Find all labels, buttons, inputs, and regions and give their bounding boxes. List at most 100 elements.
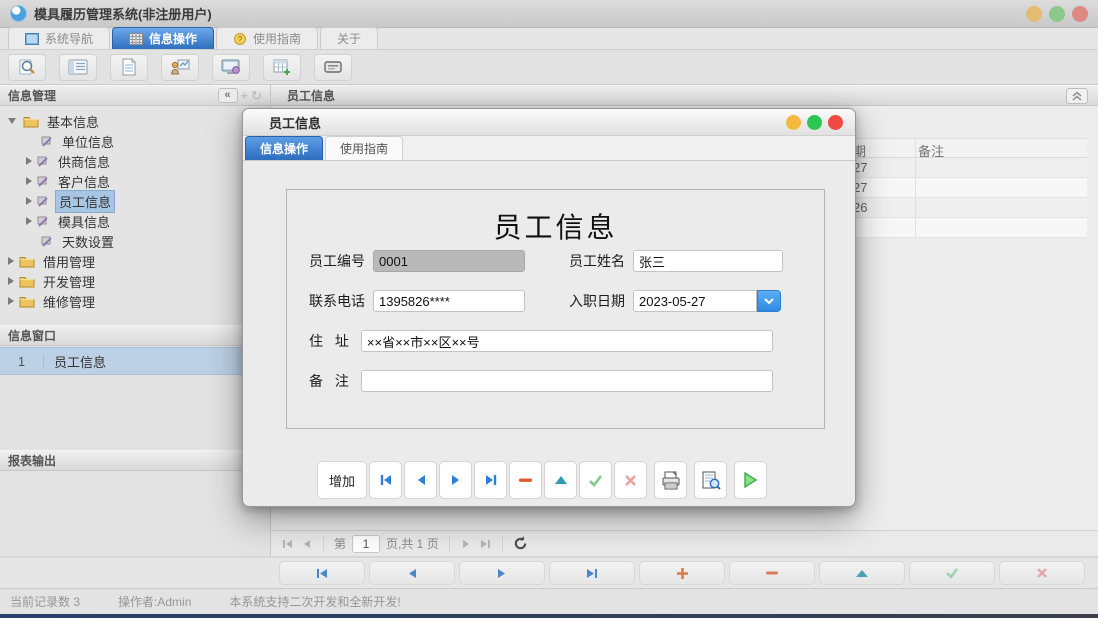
tree-label: 开发管理 — [43, 274, 96, 290]
last-page-icon[interactable] — [478, 538, 492, 550]
tab-label: 使用指南 — [253, 32, 302, 46]
dialog-tab-info-operation[interactable]: 信息操作 — [245, 136, 324, 160]
last-record-button[interactable] — [474, 461, 507, 499]
edit-record-button[interactable] — [819, 561, 905, 585]
address-field[interactable] — [360, 330, 773, 352]
caret-right-icon[interactable] — [26, 157, 32, 165]
tree-label: 借用管理 — [43, 254, 96, 270]
table-add-icon[interactable] — [263, 53, 301, 81]
grid-icon — [129, 32, 144, 45]
tree-item-customer-info[interactable]: 客户信息 — [0, 171, 270, 191]
tool-icon — [41, 236, 52, 247]
add-button[interactable]: 增加 — [317, 461, 367, 499]
tree-item-basic-info[interactable]: 基本信息 — [0, 111, 270, 131]
panel-title: 信息窗口 — [8, 329, 57, 343]
main-toolbar — [0, 50, 1098, 85]
cancel-button[interactable] — [614, 461, 647, 499]
chevron-down-icon[interactable] — [757, 290, 781, 312]
refresh-icon[interactable] — [513, 536, 528, 551]
employee-id-field — [373, 250, 525, 272]
employee-name-field[interactable] — [633, 250, 783, 272]
tree-item-repair-mgmt[interactable]: 维修管理 — [0, 291, 270, 311]
caret-right-icon[interactable] — [26, 197, 32, 205]
edit-record-button[interactable] — [544, 461, 577, 499]
list-icon[interactable] — [59, 53, 97, 81]
page-suffix-label: 页,共 1 页 — [386, 537, 439, 551]
main-tab-bar: 系统导航 信息操作 ? 使用指南 关于 — [0, 27, 1098, 50]
caret-right-icon[interactable] — [8, 297, 14, 305]
search-icon[interactable] — [8, 53, 46, 81]
prev-page-icon[interactable] — [301, 538, 313, 550]
sidebar-collapse-icon[interactable]: « — [217, 88, 238, 103]
employee-id-label: 员工编号 — [309, 253, 365, 269]
confirm-button[interactable] — [909, 561, 995, 585]
user-chart-icon[interactable] — [161, 53, 199, 81]
first-record-button[interactable] — [279, 561, 365, 585]
next-page-icon[interactable] — [460, 538, 472, 550]
tab-system-nav[interactable]: 系统导航 — [8, 27, 111, 49]
delete-record-button[interactable] — [509, 461, 542, 499]
address-label: 住 址 — [309, 333, 353, 349]
caret-right-icon[interactable] — [26, 177, 32, 185]
tree-item-supplier-info[interactable]: 供商信息 — [0, 151, 270, 171]
run-icon[interactable] — [734, 461, 767, 499]
title-bar: 模具履历管理系统(非注册用户) — [0, 0, 1098, 28]
dialog-tab-user-guide[interactable]: 使用指南 — [325, 136, 404, 160]
next-record-button[interactable] — [439, 461, 472, 499]
caret-right-icon[interactable] — [8, 257, 14, 265]
cancel-button[interactable] — [999, 561, 1085, 585]
last-record-button[interactable] — [549, 561, 635, 585]
document-icon[interactable] — [110, 53, 148, 81]
page-prefix-label: 第 — [334, 537, 347, 551]
prev-record-button[interactable] — [404, 461, 437, 499]
remarks-field[interactable] — [360, 370, 773, 392]
delete-record-button[interactable] — [729, 561, 815, 585]
add-icon: + — [240, 88, 249, 103]
first-page-icon[interactable] — [281, 538, 295, 550]
tree-label: 模具信息 — [58, 214, 111, 230]
hire-date-field[interactable] — [633, 290, 757, 312]
tool-icon — [37, 196, 48, 207]
dialog-minimize-button[interactable] — [786, 114, 801, 130]
tree-item-unit-info[interactable]: 单位信息 — [0, 131, 270, 151]
folder-icon — [23, 116, 39, 127]
maximize-button[interactable] — [1049, 5, 1065, 22]
panel-collapse-icon[interactable] — [1066, 87, 1088, 104]
phone-field[interactable] — [373, 290, 525, 312]
tree-item-days-setting[interactable]: 天数设置 — [0, 231, 270, 251]
tree-item-mold-info[interactable]: 模具信息 — [0, 211, 270, 231]
confirm-button[interactable] — [579, 461, 612, 499]
first-record-button[interactable] — [369, 461, 402, 499]
caret-right-icon[interactable] — [8, 277, 14, 285]
tab-user-guide[interactable]: ? 使用指南 — [216, 27, 319, 49]
dialog-close-button[interactable] — [828, 114, 843, 130]
info-window-list: 1 员工信息 — [0, 347, 270, 467]
dialog-maximize-button[interactable] — [807, 114, 822, 130]
sidebar-panel-report-output: 报表输出 — [0, 450, 270, 471]
minimize-button[interactable] — [1026, 5, 1042, 22]
folder-icon — [19, 256, 35, 267]
page-number-input[interactable] — [352, 534, 381, 553]
tab-about[interactable]: 关于 — [320, 27, 379, 49]
prev-record-button[interactable] — [369, 561, 455, 585]
caret-down-icon[interactable] — [8, 118, 16, 124]
tree-item-borrow-mgmt[interactable]: 借用管理 — [0, 251, 270, 271]
help-coin-icon: ? — [234, 32, 247, 45]
list-item[interactable]: 1 员工信息 — [0, 347, 270, 375]
monitor-icon[interactable] — [212, 53, 250, 81]
device-icon[interactable] — [314, 53, 352, 81]
employee-name-label: 员工姓名 — [569, 253, 625, 269]
tab-info-operation[interactable]: 信息操作 — [112, 27, 215, 49]
next-record-button[interactable] — [459, 561, 545, 585]
print-preview-icon[interactable] — [694, 461, 727, 499]
print-icon[interactable] — [654, 461, 687, 499]
dialog-title-bar[interactable]: 员工信息 — [243, 109, 855, 136]
remarks-label: 备 注 — [309, 373, 353, 389]
add-record-button[interactable] — [639, 561, 725, 585]
caret-right-icon[interactable] — [26, 217, 32, 225]
tree-item-develop-mgmt[interactable]: 开发管理 — [0, 271, 270, 291]
tree-item-employee-info[interactable]: 员工信息 — [0, 189, 270, 213]
dialog-title: 员工信息 — [269, 115, 322, 131]
close-button[interactable] — [1072, 5, 1088, 22]
report-output-body — [0, 490, 270, 556]
